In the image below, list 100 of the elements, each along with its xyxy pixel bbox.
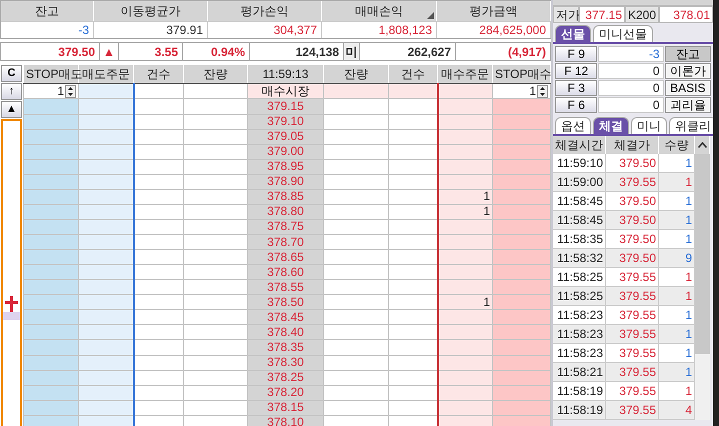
quote-label: 미 (344, 43, 360, 60)
action-button[interactable]: 이론가 (664, 63, 711, 79)
buy-order-cell[interactable]: 1 (438, 204, 492, 220)
side-button[interactable]: C (1, 65, 22, 82)
corner-triangle-icon (427, 12, 434, 19)
tab[interactable]: 옵션 (555, 117, 591, 134)
price-cell: 378.35 (248, 340, 324, 355)
price-cell: 378.85 (248, 189, 324, 204)
price-value: 378.01 (659, 6, 713, 23)
trade-time: 11:58:32 (553, 249, 606, 268)
contract-value: 0 (598, 63, 664, 79)
contract-button[interactable]: F 9 (555, 46, 598, 62)
trade-quantity: 1 (659, 211, 695, 230)
price-cell: 378.90 (248, 174, 324, 190)
trade-price: 379.55 (606, 344, 659, 363)
trade-price: 379.50 (606, 154, 659, 173)
trade-time: 11:58:25 (553, 268, 606, 287)
trade-quantity: 4 (659, 401, 695, 420)
summary-value: 304,377 (208, 21, 322, 38)
trade-price: 379.50 (606, 249, 659, 268)
price-cell: 379.10 (248, 114, 324, 130)
contract-button[interactable]: F 3 (555, 80, 598, 96)
trade-price: 379.55 (606, 287, 659, 306)
price-cell: 378.15 (248, 400, 324, 416)
trade-time: 11:58:45 (553, 192, 606, 211)
trade-quantity: 9 (659, 249, 695, 268)
column-header: STOP매수 (492, 64, 550, 84)
contract-button[interactable]: F 12 (555, 63, 598, 79)
tab[interactable]: 미니 (631, 117, 667, 134)
contract-value: 0 (598, 80, 664, 96)
trade-time: 11:58:21 (553, 363, 606, 382)
price-cell: 378.60 (248, 264, 324, 280)
quote-value: 0.94% (183, 43, 250, 60)
trade-quantity: 1 (659, 287, 695, 306)
price-cell: 378.45 (248, 310, 324, 325)
column-header: 매매손익 (322, 1, 437, 21)
summary-value: 379.91 (94, 21, 208, 38)
action-button[interactable]: 잔고 (664, 46, 711, 62)
trade-time: 11:58:23 (553, 344, 606, 363)
column-header: 체결가 (606, 136, 659, 154)
scroll-up-button[interactable] (695, 136, 710, 154)
price-label: K200 (625, 6, 659, 23)
trade-price: 379.50 (606, 230, 659, 249)
price-label: 저가 (553, 6, 579, 23)
trade-quantity: 1 (659, 268, 695, 287)
quote-value: 379.50 (1, 43, 100, 60)
tab[interactable]: 선물 (555, 25, 591, 42)
column-header: 체결시간 (553, 136, 606, 154)
price-cell: 379.15 (248, 98, 324, 114)
buy-order-cell[interactable]: 1 (438, 189, 492, 204)
trade-quantity: 1 (659, 192, 695, 211)
quote-value: 262,627 (360, 43, 456, 60)
action-button[interactable]: 괴리율 (664, 97, 711, 113)
trade-quantity: 1 (659, 306, 695, 325)
trade-price: 379.55 (606, 173, 659, 192)
stepper-icon (65, 84, 76, 98)
side-button[interactable]: ▲ (1, 101, 22, 118)
contract-value: 0 (598, 97, 664, 113)
price-cell: 379.00 (248, 144, 324, 160)
trade-time: 11:58:35 (553, 230, 606, 249)
scrollbar-thumb[interactable] (695, 154, 710, 354)
price-cell: 378.80 (248, 204, 324, 220)
market-order-cell[interactable]: 매수시장 (248, 84, 324, 99)
buy-order-cell[interactable]: 1 (438, 294, 492, 310)
trade-price: 379.55 (606, 325, 659, 344)
trade-quantity: 1 (659, 230, 695, 249)
tab[interactable]: 미니선물 (593, 25, 653, 42)
trade-quantity: 1 (659, 325, 695, 344)
column-header: 건수 (134, 64, 184, 84)
trade-time: 11:59:00 (553, 173, 606, 192)
contract-value: -3 (598, 46, 664, 62)
column-header: 수량 (659, 136, 695, 154)
tab[interactable]: 체결 (593, 117, 629, 134)
side-button[interactable]: ↑ (1, 83, 22, 100)
action-button[interactable]: BASIS (664, 80, 711, 96)
column-header: 잔량 (184, 64, 248, 84)
price-cell: 378.50 (248, 294, 324, 310)
trade-price: 379.55 (606, 306, 659, 325)
trade-time: 11:58:19 (553, 382, 606, 401)
column-header: 11:59:13 (248, 64, 324, 84)
marker-band (3, 312, 20, 320)
quote-value: 3.55 (119, 43, 183, 60)
trade-price: 379.50 (606, 192, 659, 211)
stepper-icon (537, 84, 548, 98)
column-header: 이동평균가 (94, 1, 208, 21)
summary-value: -3 (1, 21, 94, 38)
cross-icon (5, 296, 18, 312)
price-cell: 378.30 (248, 355, 324, 370)
trade-quantity: 1 (659, 173, 695, 192)
trade-quantity: 1 (659, 154, 695, 173)
tab[interactable]: 위클리 (669, 117, 713, 134)
price-cell: 378.70 (248, 234, 324, 250)
trade-price: 379.55 (606, 268, 659, 287)
trade-quantity: 1 (659, 344, 695, 363)
price-cell: 378.95 (248, 159, 324, 174)
spinner-value: 1 (57, 84, 64, 98)
trade-time: 11:58:23 (553, 306, 606, 325)
summary-value: 1,808,123 (322, 21, 437, 38)
column-header: 평가금액 (437, 1, 551, 21)
contract-button[interactable]: F 6 (555, 97, 598, 113)
